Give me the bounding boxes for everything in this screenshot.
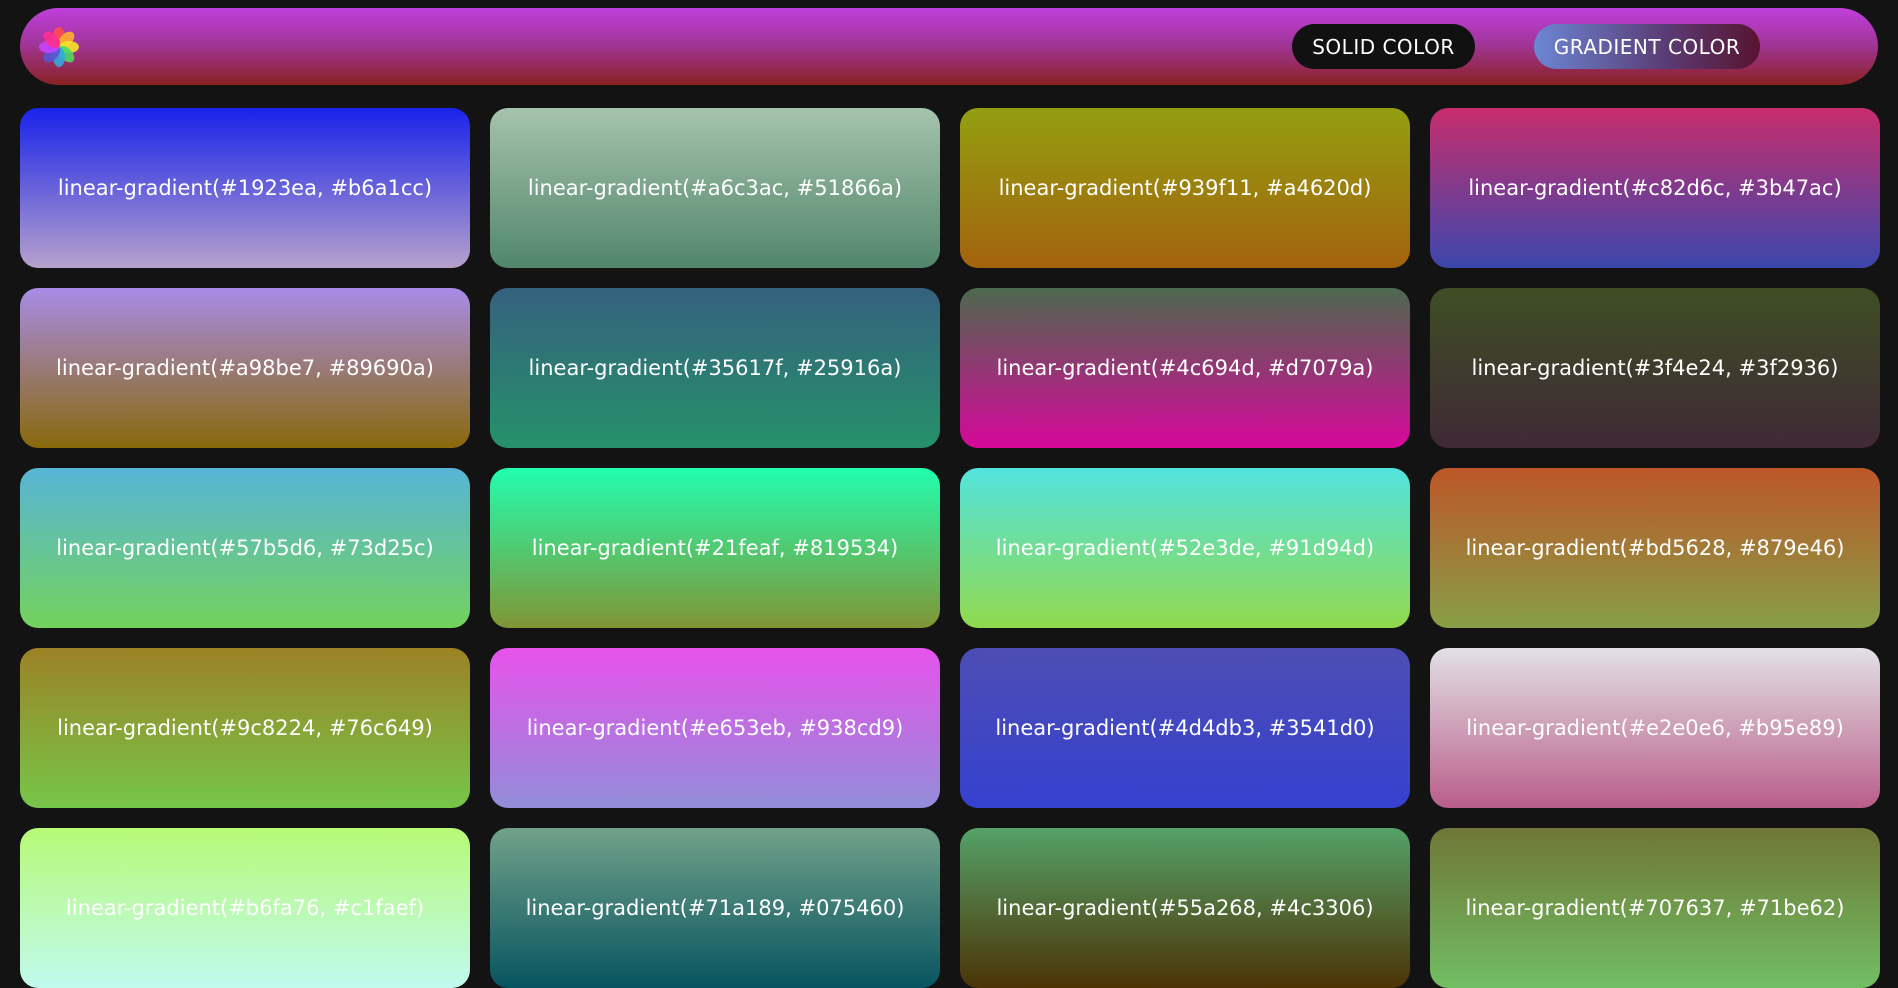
gradient-card-label: linear-gradient(#b6fa76, #c1faef) bbox=[65, 896, 425, 920]
solid-color-button[interactable]: SOLID COLOR bbox=[1292, 24, 1475, 69]
gradient-card[interactable]: linear-gradient(#bd5628, #879e46) bbox=[1430, 468, 1880, 628]
gradient-card[interactable]: linear-gradient(#c82d6c, #3b47ac) bbox=[1430, 108, 1880, 268]
gradient-card-label: linear-gradient(#4c694d, #d7079a) bbox=[996, 356, 1374, 380]
gradient-card[interactable]: linear-gradient(#52e3de, #91d94d) bbox=[960, 468, 1410, 628]
gradient-card[interactable]: linear-gradient(#35617f, #25916a) bbox=[490, 288, 940, 448]
navbar: SOLID COLOR GRADIENT COLOR bbox=[20, 8, 1878, 85]
gradient-card[interactable]: linear-gradient(#e653eb, #938cd9) bbox=[490, 648, 940, 808]
gradient-card-label: linear-gradient(#c82d6c, #3b47ac) bbox=[1468, 176, 1842, 200]
gradient-card[interactable]: linear-gradient(#4c694d, #d7079a) bbox=[960, 288, 1410, 448]
gradient-card[interactable]: linear-gradient(#a6c3ac, #51866a) bbox=[490, 108, 940, 268]
gradient-card[interactable]: linear-gradient(#57b5d6, #73d25c) bbox=[20, 468, 470, 628]
gradient-color-button[interactable]: GRADIENT COLOR bbox=[1534, 24, 1760, 69]
gradient-card-label: linear-gradient(#e653eb, #938cd9) bbox=[526, 716, 904, 740]
gradient-card-label: linear-gradient(#a6c3ac, #51866a) bbox=[527, 176, 903, 200]
gradient-card-label: linear-gradient(#3f4e24, #3f2936) bbox=[1471, 356, 1839, 380]
gradient-card[interactable]: linear-gradient(#707637, #71be62) bbox=[1430, 828, 1880, 988]
gradient-card-label: linear-gradient(#35617f, #25916a) bbox=[528, 356, 902, 380]
gradient-card[interactable]: linear-gradient(#a98be7, #89690a) bbox=[20, 288, 470, 448]
gradient-card-label: linear-gradient(#e2e0e6, #b95e89) bbox=[1466, 716, 1844, 740]
gradient-card[interactable]: linear-gradient(#e2e0e6, #b95e89) bbox=[1430, 648, 1880, 808]
gradient-card-label: linear-gradient(#52e3de, #91d94d) bbox=[995, 536, 1375, 560]
gradient-card-label: linear-gradient(#939f11, #a4620d) bbox=[998, 176, 1372, 200]
gradient-card-label: linear-gradient(#4d4db3, #3541d0) bbox=[995, 716, 1375, 740]
gradient-card[interactable]: linear-gradient(#4d4db3, #3541d0) bbox=[960, 648, 1410, 808]
gradient-card-label: linear-gradient(#a98be7, #89690a) bbox=[56, 356, 434, 380]
gradient-card-label: linear-gradient(#707637, #71be62) bbox=[1465, 896, 1845, 920]
gradient-grid: linear-gradient(#1923ea, #b6a1cc) linear-… bbox=[20, 108, 1880, 988]
gradient-card[interactable]: linear-gradient(#21feaf, #819534) bbox=[490, 468, 940, 628]
gradient-card-label: linear-gradient(#9c8224, #76c649) bbox=[57, 716, 433, 740]
gradient-card-label: linear-gradient(#55a268, #4c3306) bbox=[996, 896, 1374, 920]
gradient-card[interactable]: linear-gradient(#b6fa76, #c1faef) bbox=[20, 828, 470, 988]
color-palette-icon[interactable] bbox=[38, 26, 80, 68]
gradient-card-label: linear-gradient(#bd5628, #879e46) bbox=[1465, 536, 1845, 560]
gradient-card-label: linear-gradient(#1923ea, #b6a1cc) bbox=[57, 176, 433, 200]
gradient-card-label: linear-gradient(#21feaf, #819534) bbox=[531, 536, 899, 560]
gradient-card[interactable]: linear-gradient(#3f4e24, #3f2936) bbox=[1430, 288, 1880, 448]
gradient-card-label: linear-gradient(#71a189, #075460) bbox=[525, 896, 905, 920]
gradient-card[interactable]: linear-gradient(#1923ea, #b6a1cc) bbox=[20, 108, 470, 268]
gradient-card-label: linear-gradient(#57b5d6, #73d25c) bbox=[56, 536, 434, 560]
gradient-card[interactable]: linear-gradient(#939f11, #a4620d) bbox=[960, 108, 1410, 268]
gradient-card[interactable]: linear-gradient(#9c8224, #76c649) bbox=[20, 648, 470, 808]
gradient-card[interactable]: linear-gradient(#71a189, #075460) bbox=[490, 828, 940, 988]
gradient-card[interactable]: linear-gradient(#55a268, #4c3306) bbox=[960, 828, 1410, 988]
